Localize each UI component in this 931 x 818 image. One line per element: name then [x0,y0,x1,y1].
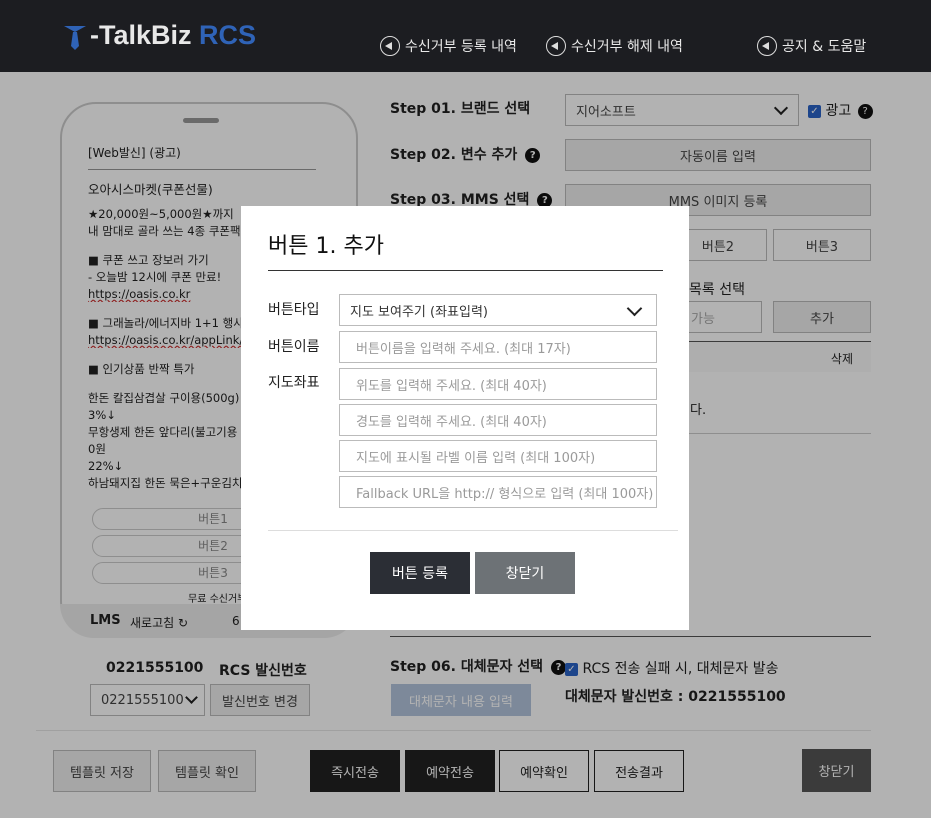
map-coord-label: 지도좌표 [268,375,320,391]
add-button-modal: 버튼 1. 추가 버튼타입 지도 보여주기 (좌표입력) 버튼이름 버튼이름을 … [241,206,689,630]
tie-logo-icon [64,26,86,50]
button-name-input[interactable]: 버튼이름을 입력해 주세요. (최대 17자) [339,331,657,363]
nav-unsubscribe-register[interactable]: 수신거부 등록 내역 [380,36,517,56]
map-label-input[interactable]: 지도에 표시될 라벨 이름 입력 (최대 100자) [339,440,657,472]
nav-label: 수신거부 해제 내역 [571,39,683,55]
chevron-down-icon [626,300,643,317]
logo-text: -TalkBiz [90,20,192,50]
modal-footer-divider [268,530,678,531]
speaker-icon [546,36,566,56]
button-name-label: 버튼이름 [268,339,320,355]
logo-rcs-text: RCS [199,20,257,50]
nav-unsubscribe-release[interactable]: 수신거부 해제 내역 [546,36,683,56]
register-button[interactable]: 버튼 등록 [370,552,470,594]
app-logo[interactable]: -TalkBiz RCS [90,20,256,51]
phone-icon [757,36,777,56]
fallback-url-input[interactable]: Fallback URL을 http:// 형식으로 입력 (최대 100자) [339,476,657,508]
button-type-value: 지도 보여주기 (좌표입력) [350,304,489,320]
longitude-input[interactable]: 경도를 입력해 주세요. (최대 40자) [339,404,657,436]
modal-title: 버튼 1. 추가 [268,234,384,259]
modal-title-divider [268,270,663,271]
header-bar: -TalkBiz RCS 수신거부 등록 내역 수신거부 해제 내역 공지 & … [0,0,931,72]
button-type-select[interactable]: 지도 보여주기 (좌표입력) [339,294,657,326]
nav-label: 수신거부 등록 내역 [405,39,517,55]
speaker-icon [380,36,400,56]
nav-label: 공지 & 도움말 [782,39,867,55]
latitude-input[interactable]: 위도를 입력해 주세요. (최대 40자) [339,368,657,400]
nav-notice-help[interactable]: 공지 & 도움말 [757,36,866,56]
button-type-label: 버튼타입 [268,302,320,318]
modal-close-button[interactable]: 창닫기 [475,552,575,594]
